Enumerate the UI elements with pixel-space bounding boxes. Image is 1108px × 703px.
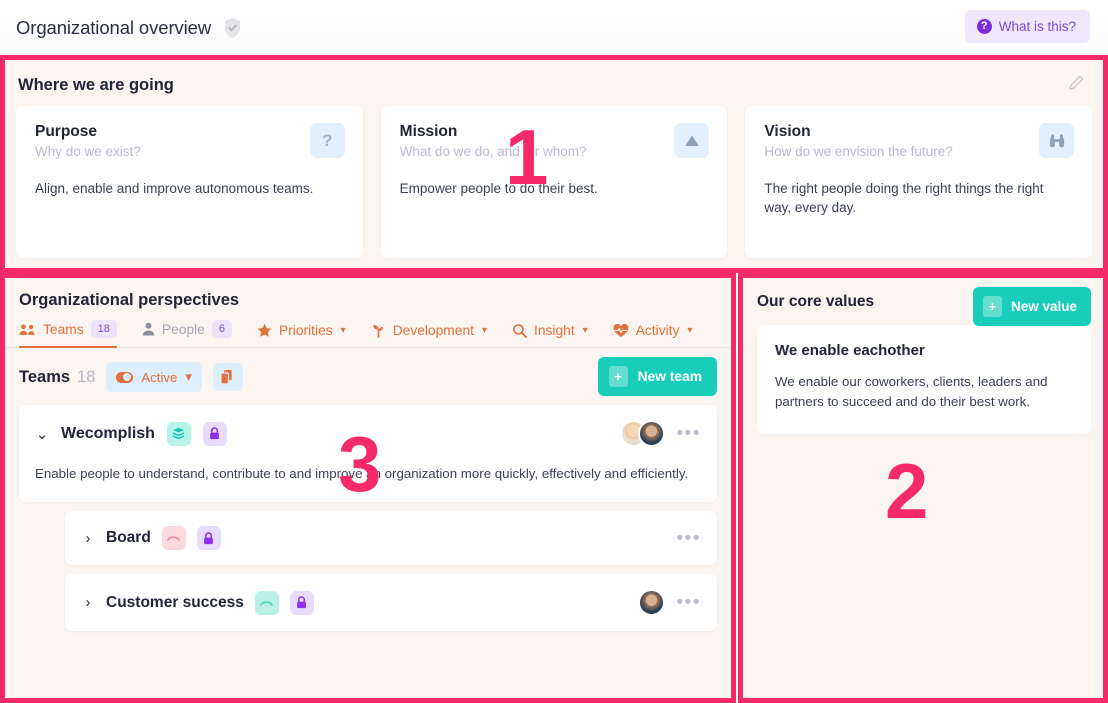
teams-toolbar: Teams 18 Active ▾ + New team bbox=[5, 348, 731, 392]
tab-teams-badge: 18 bbox=[91, 320, 117, 338]
chevron-down-icon: ▾ bbox=[482, 325, 487, 336]
mission-subtitle: What do we do, and for whom? bbox=[400, 144, 709, 159]
tab-activity-label: Activity bbox=[636, 323, 680, 338]
core-values-panel: Our core values + New value We enable ea… bbox=[738, 273, 1108, 703]
team-description: Enable people to understand, contribute … bbox=[35, 464, 701, 484]
what-is-this-button[interactable]: ? What is this? bbox=[965, 10, 1090, 43]
tab-people-label: People bbox=[162, 322, 205, 337]
team-row[interactable]: ⌄ Wecomplish ••• Enable people to unders… bbox=[19, 405, 717, 502]
teams-label: Teams bbox=[19, 368, 70, 387]
team-row[interactable]: › Board ••• bbox=[65, 511, 717, 565]
purpose-title: Purpose bbox=[35, 123, 344, 141]
avatar-group[interactable] bbox=[620, 420, 665, 447]
active-filter-dropdown[interactable]: Active ▾ bbox=[106, 362, 202, 392]
team-name: Wecomplish bbox=[61, 425, 155, 443]
lock-icon bbox=[197, 526, 221, 550]
tab-people-badge: 6 bbox=[212, 320, 232, 338]
ellipsis-icon[interactable]: ••• bbox=[677, 597, 701, 608]
new-team-button[interactable]: + New team bbox=[598, 357, 717, 396]
where-we-are-going-panel: Where we are going Purpose Why do we exi… bbox=[0, 55, 1108, 273]
chevron-right-icon[interactable]: › bbox=[81, 530, 95, 547]
new-value-label: New value bbox=[1011, 299, 1077, 314]
heart-pulse-icon bbox=[613, 324, 629, 338]
layers-icon bbox=[167, 422, 191, 446]
core-values-title: Our core values bbox=[757, 293, 874, 311]
avatar-group[interactable] bbox=[638, 589, 665, 616]
avatar bbox=[638, 589, 665, 616]
toggle-icon bbox=[116, 372, 133, 383]
perspectives-title: Organizational perspectives bbox=[5, 278, 731, 320]
chevron-down-icon: ▾ bbox=[341, 325, 346, 336]
vision-title: Vision bbox=[764, 123, 1073, 141]
tab-people[interactable]: People 6 bbox=[142, 320, 232, 347]
tab-insight-label: Insight bbox=[534, 323, 575, 338]
ellipsis-icon[interactable]: ••• bbox=[677, 533, 701, 544]
where-we-are-going-title: Where we are going bbox=[18, 76, 174, 95]
teams-count: 18 bbox=[77, 368, 95, 387]
question-mark-icon: ? bbox=[310, 123, 345, 158]
vision-card[interactable]: Vision How do we envision the future? Th… bbox=[745, 106, 1092, 258]
tab-teams-label: Teams bbox=[43, 322, 84, 337]
chevron-right-icon[interactable]: › bbox=[81, 594, 95, 611]
tab-development[interactable]: Development ▾ bbox=[371, 323, 487, 347]
duplicate-button[interactable] bbox=[213, 363, 243, 391]
mountain-icon bbox=[674, 123, 709, 158]
vision-body: The right people doing the right things … bbox=[764, 179, 1073, 218]
sprout-icon bbox=[371, 323, 386, 338]
avatar bbox=[638, 420, 665, 447]
what-is-this-label: What is this? bbox=[999, 19, 1076, 34]
teams-list: ⌄ Wecomplish ••• Enable people to unders… bbox=[5, 392, 731, 631]
team-name: Customer success bbox=[106, 594, 244, 612]
value-body: We enable our coworkers, clients, leader… bbox=[775, 372, 1073, 412]
purpose-card[interactable]: Purpose Why do we exist? Align, enable a… bbox=[16, 106, 363, 258]
pencil-icon[interactable] bbox=[1068, 74, 1085, 96]
lock-icon bbox=[290, 591, 314, 615]
people-group-icon bbox=[19, 323, 36, 336]
team-name: Board bbox=[106, 529, 151, 547]
person-icon bbox=[142, 322, 155, 336]
tab-activity[interactable]: Activity ▾ bbox=[613, 323, 693, 347]
mission-body: Empower people to do their best. bbox=[400, 179, 709, 198]
organizational-perspectives-panel: Organizational perspectives Teams 18 Peo… bbox=[0, 273, 736, 703]
vision-subtitle: How do we envision the future? bbox=[764, 144, 1073, 159]
curve-icon bbox=[162, 526, 186, 550]
magnifier-icon bbox=[512, 323, 527, 338]
chevron-down-icon: ▾ bbox=[185, 369, 192, 385]
page-title: Organizational overview bbox=[16, 17, 211, 39]
vision-cards-row: Purpose Why do we exist? Align, enable a… bbox=[5, 106, 1103, 258]
binoculars-icon bbox=[1039, 123, 1074, 158]
tab-teams[interactable]: Teams 18 bbox=[19, 320, 117, 347]
tab-insight[interactable]: Insight ▾ bbox=[512, 323, 588, 347]
team-row[interactable]: › Customer success ••• bbox=[65, 574, 717, 631]
core-values-header: Our core values + New value bbox=[743, 278, 1103, 311]
new-team-label: New team bbox=[638, 369, 702, 384]
active-filter-label: Active bbox=[141, 370, 177, 385]
star-icon bbox=[257, 323, 272, 338]
new-value-button[interactable]: + New value bbox=[973, 287, 1091, 326]
value-title: We enable eachother bbox=[775, 342, 1073, 359]
question-circle-icon: ? bbox=[977, 19, 992, 34]
shield-check-icon bbox=[223, 17, 242, 39]
lock-icon bbox=[203, 422, 227, 446]
chevron-down-icon: ▾ bbox=[687, 325, 692, 336]
panel-header: Where we are going bbox=[5, 60, 1103, 106]
chevron-down-icon: ▾ bbox=[583, 325, 588, 336]
ellipsis-icon[interactable]: ••• bbox=[677, 428, 701, 439]
tab-development-label: Development bbox=[393, 323, 474, 338]
document-plus-icon: + bbox=[983, 296, 1002, 317]
chevron-down-icon[interactable]: ⌄ bbox=[35, 425, 49, 443]
top-bar: Organizational overview ? What is this? bbox=[0, 0, 1108, 55]
curve-icon bbox=[255, 591, 279, 615]
document-plus-icon: + bbox=[609, 366, 628, 387]
tab-priorities-label: Priorities bbox=[279, 323, 333, 338]
mission-title: Mission bbox=[400, 123, 709, 141]
value-card[interactable]: We enable eachother We enable our cowork… bbox=[757, 325, 1091, 434]
purpose-subtitle: Why do we exist? bbox=[35, 144, 344, 159]
tab-priorities[interactable]: Priorities ▾ bbox=[257, 323, 346, 347]
purpose-body: Align, enable and improve autonomous tea… bbox=[35, 179, 344, 198]
perspective-tabs: Teams 18 People 6 Priorities ▾ Developme… bbox=[5, 320, 731, 348]
mission-card[interactable]: Mission What do we do, and for whom? Emp… bbox=[381, 106, 728, 258]
